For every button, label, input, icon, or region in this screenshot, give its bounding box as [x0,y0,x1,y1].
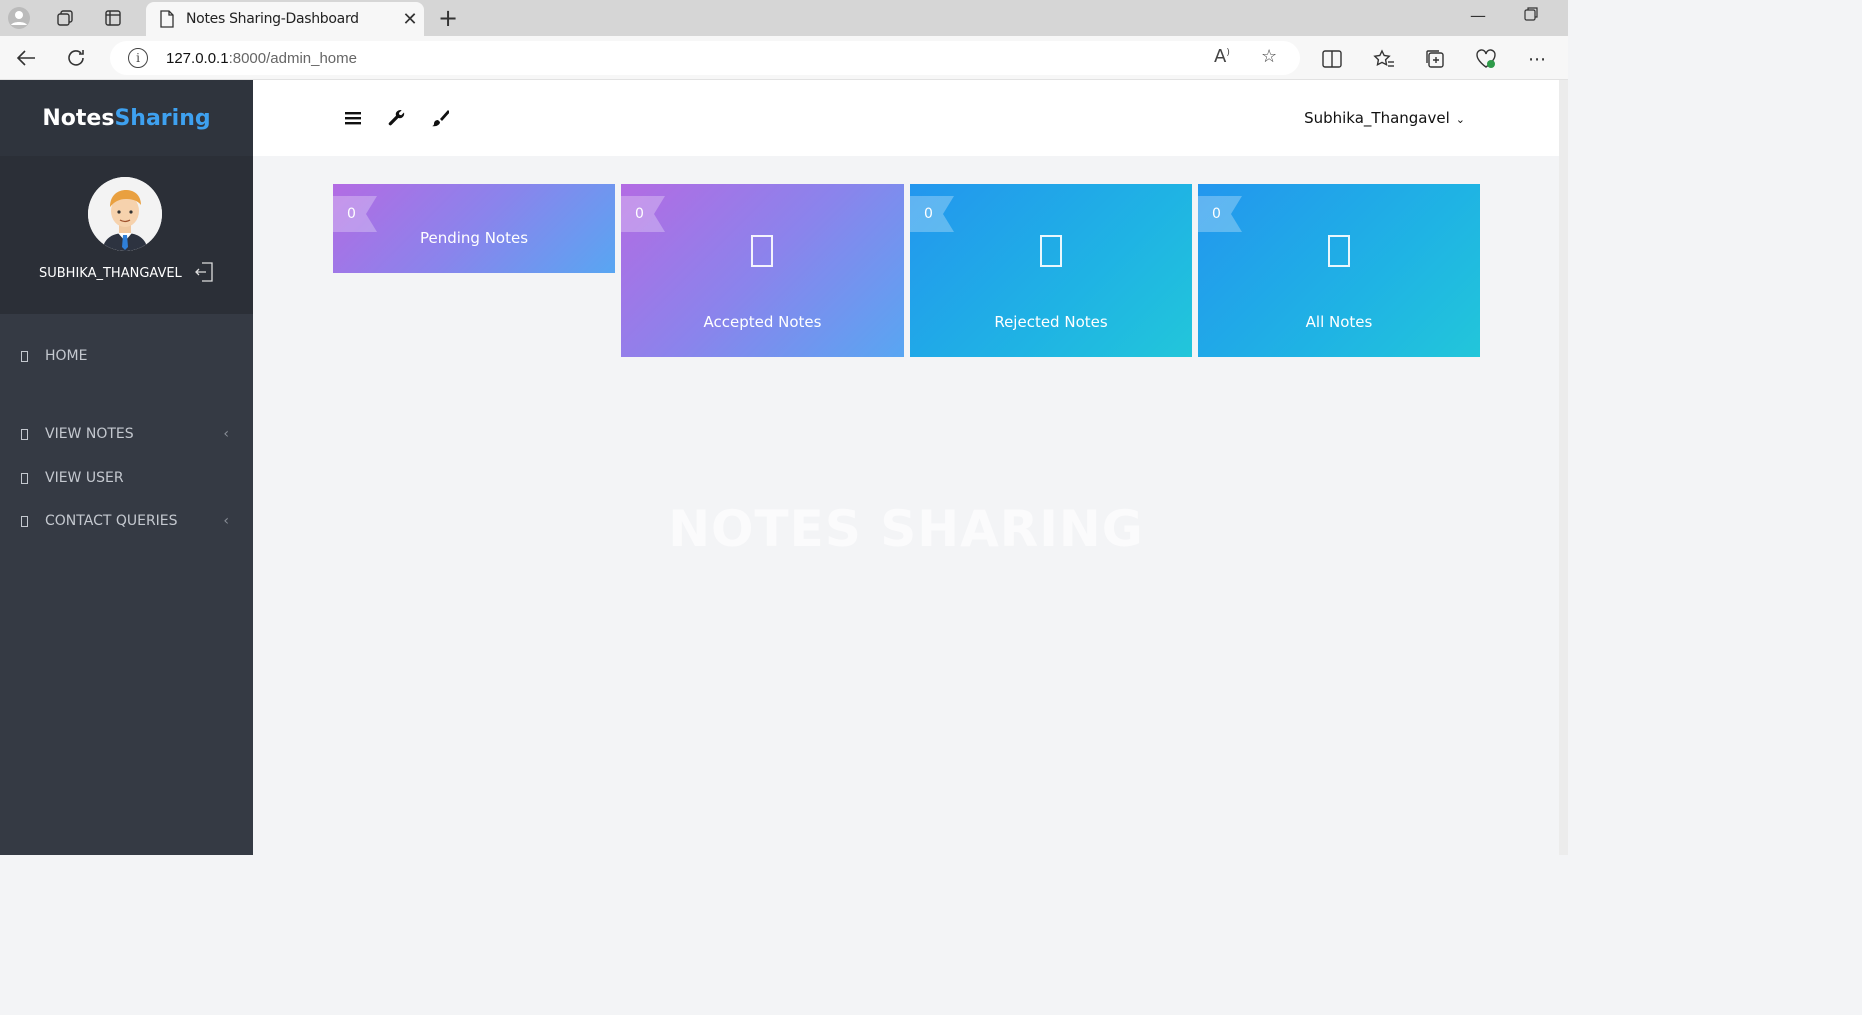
card-pending-notes[interactable]: 0 Pending Notes [333,184,615,273]
url-path: :8000/admin_home [228,49,357,67]
card-count: 0 [1212,206,1221,222]
card-accepted-notes[interactable]: 0 Accepted Notes [621,184,904,357]
avatar [88,177,162,251]
url-host: 127.0.0.1 [166,49,229,67]
chevron-down-icon: ⌄ [1455,113,1465,126]
back-icon[interactable] [12,44,40,72]
browser-tab-bar: Notes Sharing-Dashboard ✕ + — [0,0,1568,36]
card-all-notes[interactable]: 0 All Notes [1198,184,1480,357]
card-label: Rejected Notes [994,313,1108,331]
sidebar-item-home[interactable]: HOME [0,336,253,376]
sidebar-item-label: VIEW NOTES [45,426,134,442]
user-icon [21,472,28,484]
minimize-icon[interactable]: — [1466,6,1490,25]
submenu-caret-icon: ‹ [223,426,229,442]
logout-icon[interactable] [195,262,213,282]
home-icon [21,350,28,362]
collections-icon[interactable] [1423,47,1447,71]
sidebar-item-label: VIEW USER [45,470,124,486]
accepted-notes-icon [751,235,773,267]
paintbrush-icon[interactable] [430,108,450,128]
sidebar-item-view-notes[interactable]: VIEW NOTES ‹ [0,414,253,454]
sidebar-item-label: CONTACT QUERIES [45,513,178,529]
tab-actions-icon[interactable] [100,6,126,30]
page-scrollbar[interactable] [1559,80,1568,855]
top-navbar: Subhika_Thangavel ⌄ [253,80,1559,156]
notes-icon [21,428,28,440]
rejected-notes-icon [1040,235,1062,267]
reload-icon[interactable] [62,44,90,72]
user-dropdown-label: Subhika_Thangavel [1304,109,1450,127]
profile-panel: SUBHIKA_THANGAVEL [0,156,253,314]
tab-title: Notes Sharing-Dashboard [186,11,359,27]
card-label: All Notes [1305,313,1373,331]
user-dropdown[interactable]: Subhika_Thangavel ⌄ [1304,109,1465,127]
sidebar-item-label: HOME [45,348,88,364]
sidebar-item-view-user[interactable]: VIEW USER [0,458,253,498]
read-aloud-icon[interactable]: A) [1214,46,1230,67]
card-label: Accepted Notes [703,313,822,331]
browser-address-bar: i 127.0.0.1:8000/admin_home A) ☆ ⋯ [0,36,1568,80]
restore-icon[interactable] [1519,6,1543,25]
favorite-star-icon[interactable]: ☆ [1261,46,1277,67]
brand-logo[interactable]: Notes Sharing [0,80,253,156]
new-tab-icon[interactable]: + [436,4,460,32]
submenu-caret-icon: ‹ [223,513,229,529]
wrench-icon[interactable] [387,108,407,128]
sidebar: Notes Sharing SUBHIKA_THANGAVEL HOME VIE… [0,80,253,855]
split-screen-icon[interactable] [1320,47,1344,71]
menu-toggle-icon[interactable] [343,108,363,128]
contact-icon [21,515,28,527]
browser-essentials-icon[interactable] [1474,47,1498,71]
card-rejected-notes[interactable]: 0 Rejected Notes [910,184,1192,357]
watermark-title: NOTES SHARING [668,500,1144,558]
more-menu-icon[interactable]: ⋯ [1525,47,1549,71]
url-field[interactable]: i 127.0.0.1:8000/admin_home A) ☆ [110,41,1300,75]
profile-icon[interactable] [6,6,32,30]
sidebar-item-contact-queries[interactable]: CONTACT QUERIES ‹ [0,501,253,541]
profile-username: SUBHIKA_THANGAVEL [39,266,182,281]
workspaces-icon[interactable] [52,6,78,30]
card-count: 0 [924,206,933,222]
browser-tab-active[interactable]: Notes Sharing-Dashboard ✕ [146,2,424,36]
page-icon [160,10,174,28]
all-notes-icon [1328,235,1350,267]
card-count: 0 [635,206,644,222]
card-count: 0 [347,206,356,222]
brand-text-sharing: Sharing [114,105,211,131]
tab-close-icon[interactable]: ✕ [396,9,424,30]
brand-text-notes: Notes [42,105,115,131]
site-info-icon[interactable]: i [128,48,148,68]
card-label: Pending Notes [419,229,529,247]
favorites-icon[interactable] [1372,47,1396,71]
